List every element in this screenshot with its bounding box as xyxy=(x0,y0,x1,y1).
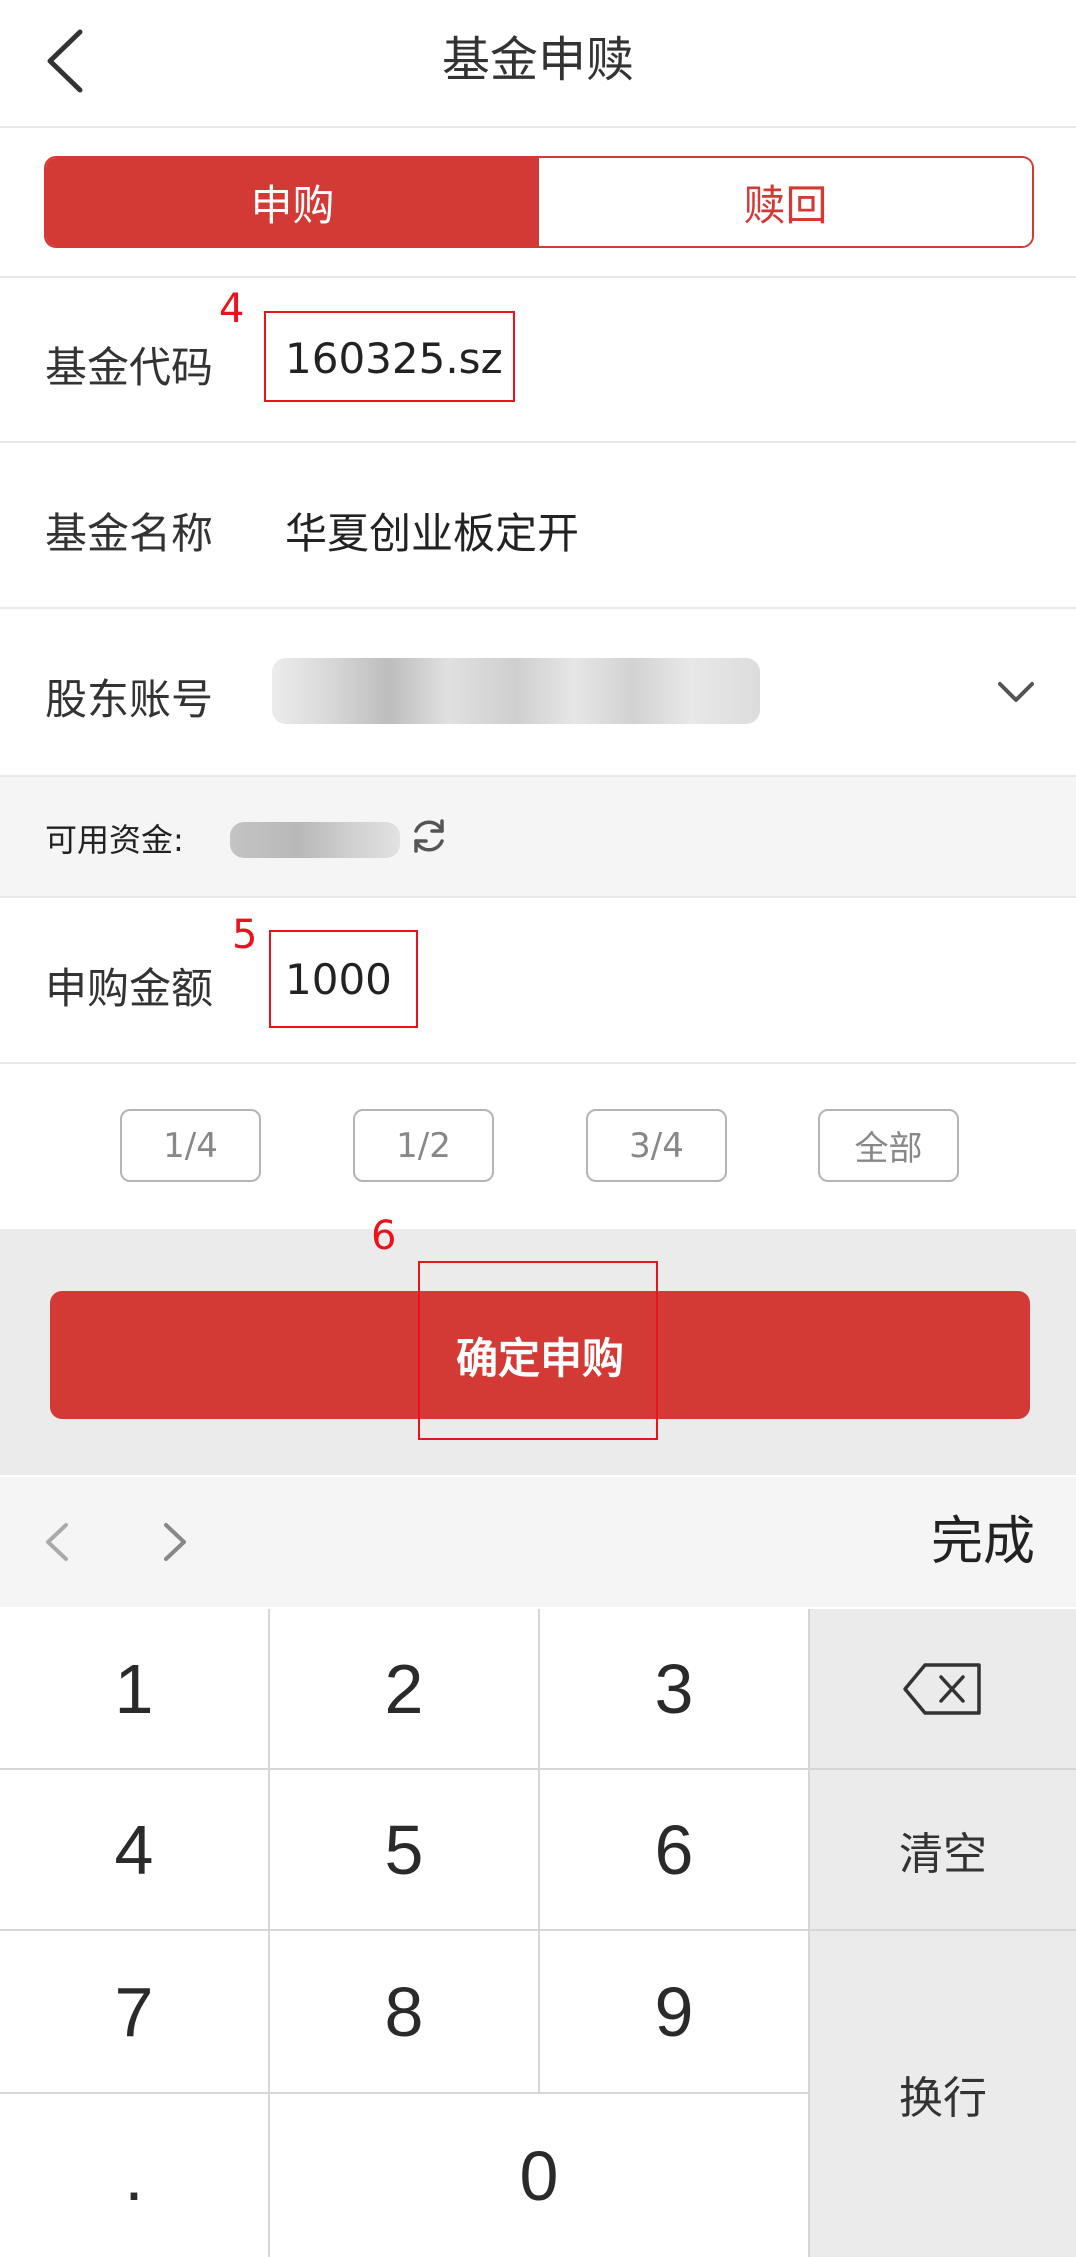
refresh-button[interactable] xyxy=(408,815,450,857)
backspace-icon xyxy=(903,1662,981,1715)
clear-key[interactable]: 清空 xyxy=(810,1770,1076,1929)
keyboard-done-button[interactable]: 完成 xyxy=(931,1477,1035,1607)
fund-code-input[interactable]: 160325.sz xyxy=(285,334,503,383)
chevron-right-icon xyxy=(164,1523,186,1561)
tab-subscribe[interactable]: 申购 xyxy=(46,158,539,246)
newline-key-label: 换行 xyxy=(899,2073,987,2124)
trade-type-tabs: 申购 赎回 xyxy=(44,156,1034,248)
chevron-left-icon xyxy=(47,29,83,93)
fund-code-label: 基金代码 xyxy=(45,343,214,392)
amount-input[interactable]: 1000 xyxy=(285,955,392,1004)
key-2[interactable]: 2 xyxy=(270,1609,538,1768)
tab-redeem[interactable]: 赎回 xyxy=(539,158,1032,246)
key-5[interactable]: 5 xyxy=(270,1770,538,1929)
key-6[interactable]: 6 xyxy=(540,1770,808,1929)
available-funds-label: 可用资金: xyxy=(45,821,184,859)
half-button[interactable]: 1/2 xyxy=(353,1109,494,1182)
backspace-key[interactable] xyxy=(810,1609,1076,1768)
key-0[interactable]: 0 xyxy=(270,2094,808,2257)
annotation-number: 6 xyxy=(371,1213,397,1259)
key-dot[interactable]: . xyxy=(0,2094,268,2257)
fund-name-label: 基金名称 xyxy=(45,509,214,558)
annotation-number: 5 xyxy=(232,912,258,958)
header-bar: 基金申赎 xyxy=(0,0,1076,126)
account-value-redacted[interactable] xyxy=(272,658,760,724)
account-dropdown-button[interactable] xyxy=(996,672,1036,712)
divider xyxy=(0,276,1076,278)
key-4[interactable]: 4 xyxy=(0,1770,268,1929)
fund-name-value: 华夏创业板定开 xyxy=(285,509,580,558)
three-quarters-button[interactable]: 3/4 xyxy=(586,1109,727,1182)
newline-key[interactable]: 换行 xyxy=(810,1931,1076,2257)
refresh-icon xyxy=(414,819,444,853)
key-1[interactable]: 1 xyxy=(0,1609,268,1768)
next-field-button[interactable] xyxy=(160,1521,190,1563)
annotation-number: 4 xyxy=(219,286,245,332)
chevron-left-icon xyxy=(46,1523,68,1561)
divider xyxy=(0,775,1076,777)
divider xyxy=(0,126,1076,128)
divider xyxy=(0,607,1076,609)
keyboard-toolbar: 完成 xyxy=(0,1477,1076,1607)
available-funds-value-redacted xyxy=(230,822,400,858)
numeric-keypad: 1 2 3 4 5 6 清空 7 8 9 换行 . 0 xyxy=(0,1609,1076,2257)
key-3[interactable]: 3 xyxy=(540,1609,808,1768)
divider xyxy=(0,896,1076,898)
key-8[interactable]: 8 xyxy=(270,1931,538,2092)
key-7[interactable]: 7 xyxy=(0,1931,268,2092)
key-9[interactable]: 9 xyxy=(540,1931,808,2092)
prev-field-button[interactable] xyxy=(42,1521,72,1563)
annotation-box xyxy=(418,1261,658,1440)
chevron-down-icon xyxy=(998,682,1034,702)
all-button[interactable]: 全部 xyxy=(818,1109,959,1182)
divider xyxy=(0,1062,1076,1064)
back-button[interactable] xyxy=(44,28,88,94)
page-title: 基金申赎 xyxy=(441,32,634,88)
clear-key-label: 清空 xyxy=(899,1828,987,1880)
account-label: 股东账号 xyxy=(45,675,214,724)
divider xyxy=(0,441,1076,443)
amount-label: 申购金额 xyxy=(45,964,214,1013)
quarter-button[interactable]: 1/4 xyxy=(120,1109,261,1182)
